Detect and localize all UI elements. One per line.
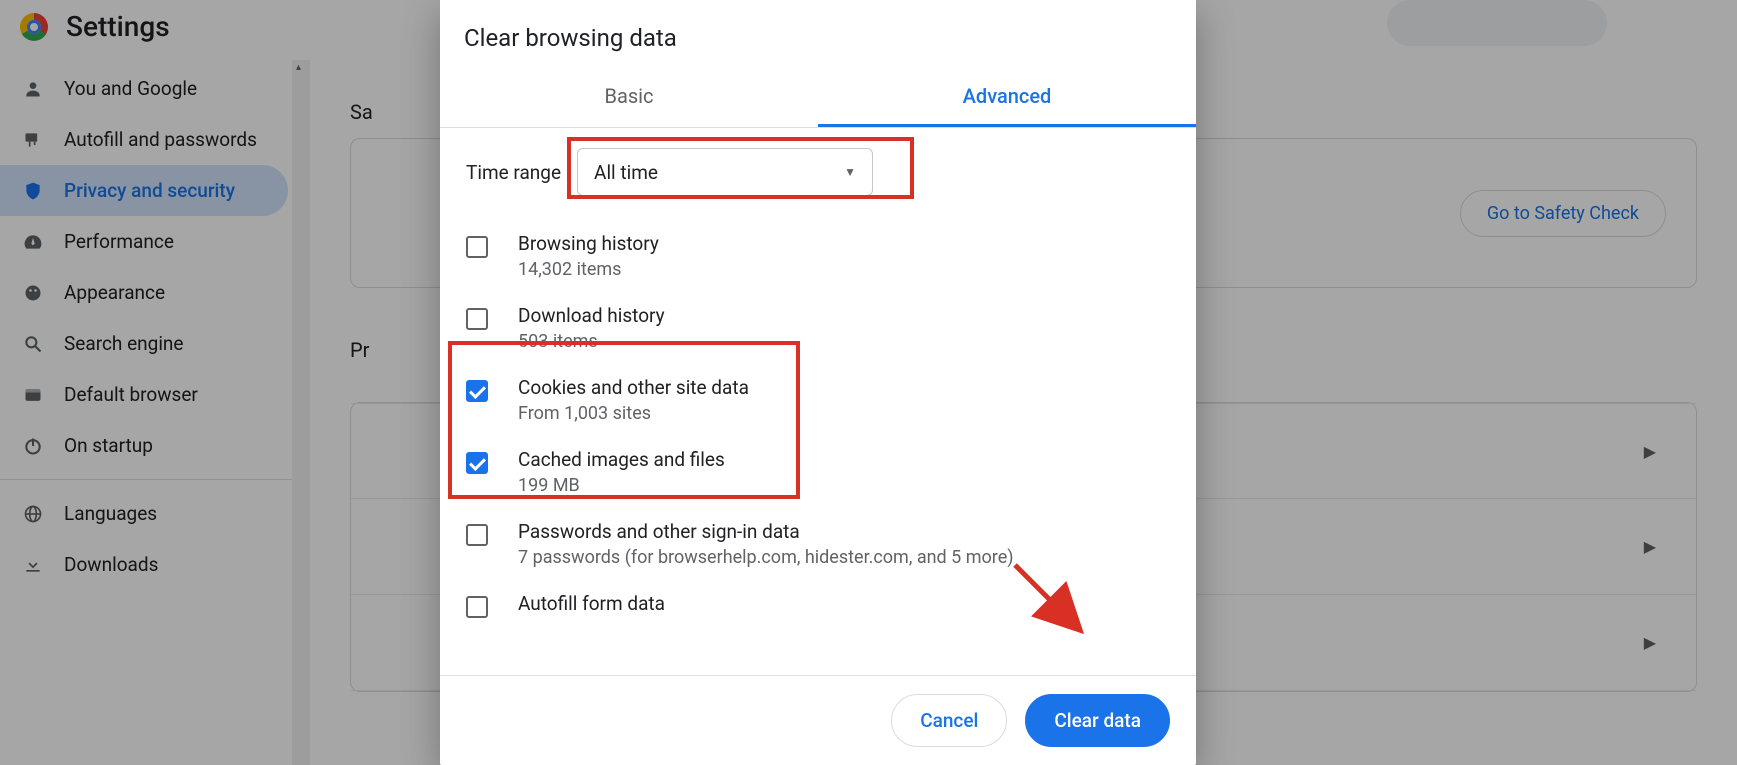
time-range-value: All time <box>594 161 658 184</box>
option-secondary-label: 199 MB <box>518 475 725 496</box>
option-row: Cookies and other site data From 1,003 si… <box>466 364 1170 436</box>
option-secondary-label: 7 passwords (for browserhelp.com, hidest… <box>518 547 1014 568</box>
option-row: Autofill form data <box>466 580 1170 631</box>
option-primary-label: Cookies and other site data <box>518 376 749 399</box>
clear-browsing-data-dialog: Clear browsing data Basic Advanced Time … <box>440 0 1196 765</box>
option-checkbox[interactable] <box>466 524 488 546</box>
clear-data-button[interactable]: Clear data <box>1025 694 1170 747</box>
dialog-title: Clear browsing data <box>440 0 1196 56</box>
dialog-footer: Cancel Clear data <box>440 675 1196 765</box>
tab-basic[interactable]: Basic <box>440 70 818 127</box>
dialog-body: Time range All time ▼ Browsing history 14… <box>440 128 1196 675</box>
option-checkbox[interactable] <box>466 596 488 618</box>
option-checkbox[interactable] <box>466 452 488 474</box>
option-checkbox[interactable] <box>466 380 488 402</box>
option-secondary-label: 503 items <box>518 331 665 352</box>
dialog-tabs: Basic Advanced <box>440 70 1196 128</box>
option-primary-label: Passwords and other sign-in data <box>518 520 1014 543</box>
time-range-label: Time range <box>466 161 561 184</box>
tab-advanced[interactable]: Advanced <box>818 70 1196 127</box>
option-primary-label: Browsing history <box>518 232 659 255</box>
option-row: Passwords and other sign-in data 7 passwo… <box>466 508 1170 580</box>
option-checkbox[interactable] <box>466 308 488 330</box>
time-range-row: Time range All time ▼ <box>466 148 1170 196</box>
time-range-select[interactable]: All time ▼ <box>577 148 873 196</box>
chevron-down-icon: ▼ <box>844 165 856 179</box>
option-secondary-label: From 1,003 sites <box>518 403 749 424</box>
cancel-button[interactable]: Cancel <box>891 694 1007 747</box>
option-secondary-label: 14,302 items <box>518 259 659 280</box>
option-row: Download history 503 items <box>466 292 1170 364</box>
option-checkbox[interactable] <box>466 236 488 258</box>
option-primary-label: Download history <box>518 304 665 327</box>
option-primary-label: Autofill form data <box>518 592 665 615</box>
option-row: Cached images and files 199 MB <box>466 436 1170 508</box>
option-primary-label: Cached images and files <box>518 448 725 471</box>
option-row: Browsing history 14,302 items <box>466 220 1170 292</box>
